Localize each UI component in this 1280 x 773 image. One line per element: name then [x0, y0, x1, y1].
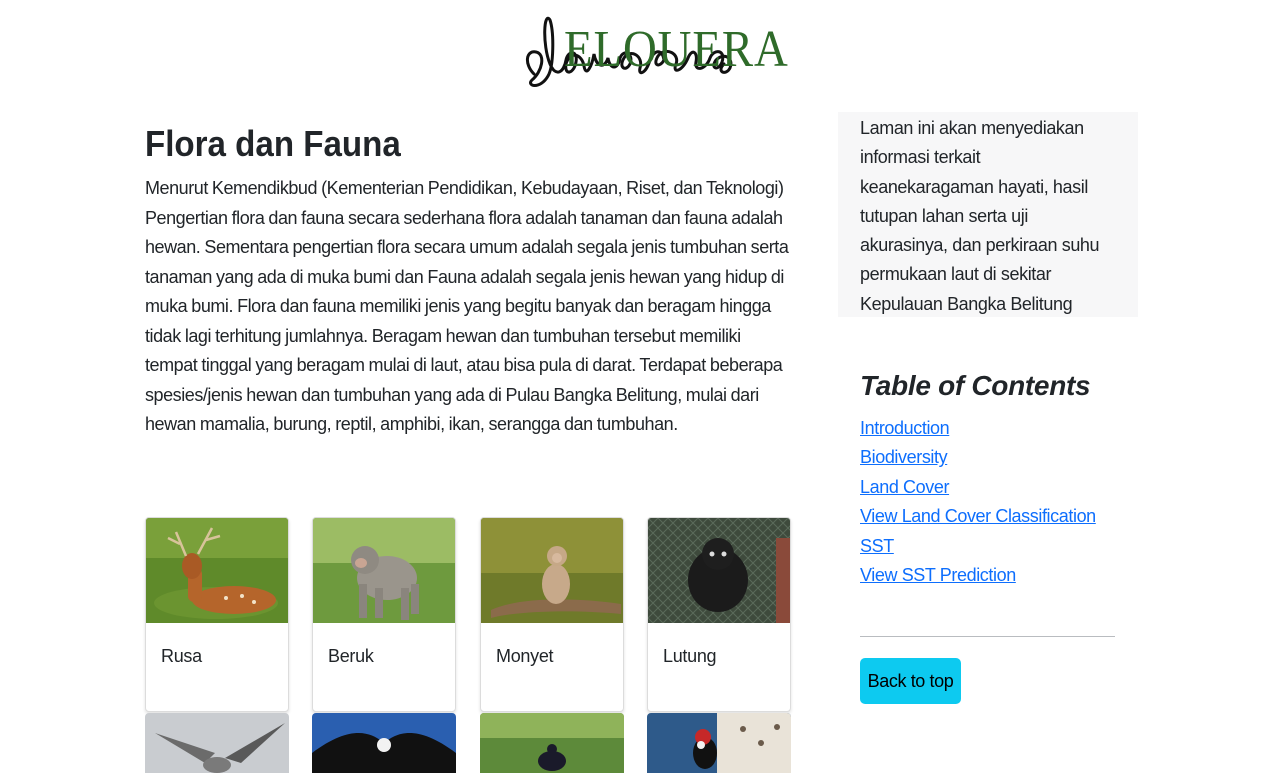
- card-title: Monyet: [496, 646, 554, 666]
- eagle-photo-icon: [312, 713, 456, 773]
- animal-card-black-bird[interactable]: [480, 713, 624, 773]
- animal-card-woodpecker[interactable]: [647, 713, 791, 773]
- animal-card-lutung[interactable]: Lutung: [647, 517, 791, 712]
- animal-card-beruk[interactable]: Beruk: [312, 517, 456, 712]
- animal-card-monyet[interactable]: Monyet: [480, 517, 624, 712]
- toc-link-view-sst-prediction[interactable]: View SST Prediction: [860, 565, 1016, 585]
- toc-link-view-land-cover[interactable]: View Land Cover Classification: [860, 506, 1096, 526]
- main-content: Flora dan Fauna Menurut Kemendikbud (Kem…: [145, 120, 795, 440]
- animal-card-bird[interactable]: [145, 713, 289, 773]
- animal-card-rusa[interactable]: Rusa: [145, 517, 289, 712]
- toc-link-biodiversity[interactable]: Biodiversity: [860, 447, 948, 467]
- toc-item: Biodiversity: [860, 443, 1140, 472]
- toc-item: Introduction: [860, 414, 1140, 443]
- toc-item: View SST Prediction: [860, 561, 1140, 590]
- toc-link-land-cover[interactable]: Land Cover: [860, 477, 949, 497]
- sidebar-about-box: Laman ini akan menyediakan informasi ter…: [838, 112, 1138, 317]
- card-title: Rusa: [161, 646, 202, 666]
- site-logo[interactable]: ELOUERA: [520, 14, 788, 98]
- toc-divider: [860, 636, 1115, 637]
- black-bird-photo-icon: [480, 713, 624, 773]
- bird-photo-icon: [145, 713, 289, 773]
- toc-link-sst[interactable]: SST: [860, 536, 894, 556]
- woodpecker-photo-icon: [647, 713, 791, 773]
- animal-card-eagle[interactable]: [312, 713, 456, 773]
- toc-title: Table of Contents: [860, 370, 1091, 401]
- toc-item: View Land Cover Classification: [860, 502, 1140, 531]
- langur-photo-icon: [648, 518, 790, 623]
- card-title: Lutung: [663, 646, 717, 666]
- macaque-photo-icon: [313, 518, 455, 623]
- toc-list: Introduction Biodiversity Land Cover Vie…: [860, 414, 1140, 590]
- back-to-top-button[interactable]: Back to top: [860, 658, 961, 704]
- toc-item: Land Cover: [860, 473, 1140, 502]
- toc-link-introduction[interactable]: Introduction: [860, 418, 950, 438]
- intro-paragraph: Menurut Kemendikbud (Kementerian Pendidi…: [145, 178, 789, 434]
- toc-item: SST: [860, 532, 1140, 561]
- monkey-photo-icon: [481, 518, 623, 623]
- table-of-contents: Table of Contents Introduction Biodivers…: [860, 362, 1140, 590]
- logo-wordmark: ELOUERA: [564, 21, 789, 78]
- card-title: Beruk: [328, 646, 374, 666]
- deer-photo-icon: [146, 518, 288, 623]
- page-title: Flora dan Fauna: [145, 123, 401, 164]
- sidebar-about-text: Laman ini akan menyediakan informasi ter…: [860, 118, 1100, 314]
